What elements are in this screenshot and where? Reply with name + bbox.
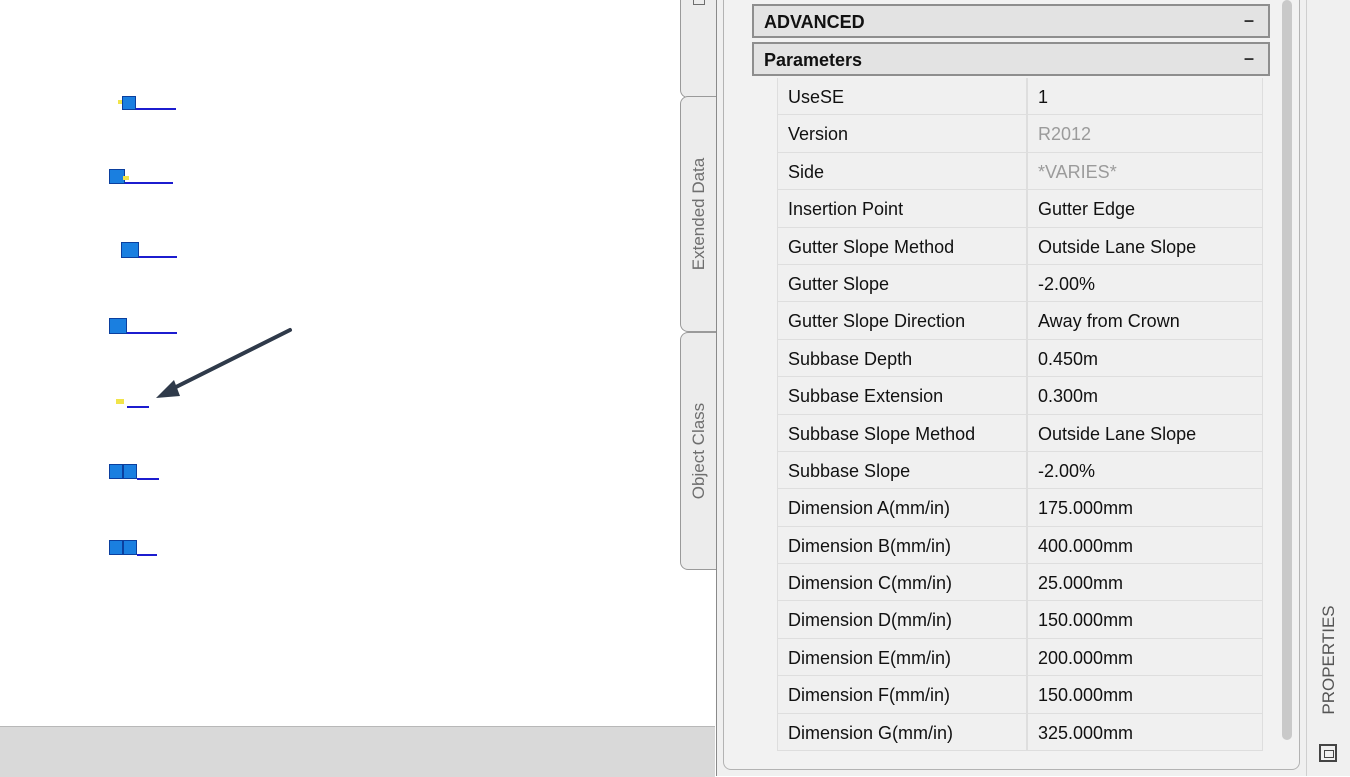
property-row[interactable]: Dimension A(mm/in) 175.000mm [777, 489, 1263, 527]
property-name: UseSE [777, 78, 1027, 116]
section-advanced[interactable]: ADVANCED – [752, 4, 1270, 38]
tab-extended-data-label: Extended Data [688, 157, 708, 271]
property-row[interactable]: Dimension G(mm/in) 325.000mm [777, 713, 1263, 752]
property-value[interactable]: -2.00% [1027, 264, 1263, 303]
subassembly-symbol[interactable] [121, 242, 179, 262]
property-value[interactable]: -2.00% [1027, 451, 1263, 490]
property-value[interactable]: 1 [1027, 78, 1263, 116]
subassembly-symbol[interactable] [116, 95, 176, 115]
property-name: Gutter Slope Method [777, 227, 1027, 265]
property-name: Dimension A(mm/in) [777, 489, 1027, 527]
property-value: R2012 [1027, 115, 1263, 153]
property-value[interactable]: Gutter Edge [1027, 190, 1263, 228]
subassembly-symbol[interactable] [109, 464, 161, 484]
subassembly-symbol[interactable] [109, 540, 161, 560]
property-row[interactable]: Subbase Depth 0.450m [777, 339, 1263, 378]
property-value[interactable]: 400.000mm [1027, 526, 1263, 565]
property-row[interactable]: Subbase Slope Method Outside Lane Slope [777, 414, 1263, 452]
property-name: Dimension F(mm/in) [777, 676, 1027, 714]
property-row[interactable]: Dimension E(mm/in) 200.000mm [777, 638, 1263, 677]
property-value[interactable]: 0.300m [1027, 377, 1263, 415]
collapse-parameters-icon[interactable]: – [1244, 48, 1254, 69]
section-parameters[interactable]: Parameters – [752, 42, 1270, 76]
property-row[interactable]: Dimension C(mm/in) 25.000mm [777, 564, 1263, 602]
property-name: Subbase Slope [777, 451, 1027, 490]
property-row[interactable]: Gutter Slope -2.00% [777, 264, 1263, 303]
property-name: Insertion Point [777, 190, 1027, 228]
tab-object-class[interactable]: Object Class [680, 332, 716, 570]
properties-dock-strip[interactable]: PROPERTIES [1306, 0, 1350, 776]
property-name: Dimension C(mm/in) [777, 564, 1027, 602]
property-value[interactable]: Outside Lane Slope [1027, 227, 1263, 265]
property-name: Subbase Depth [777, 339, 1027, 378]
property-value[interactable]: 175.000mm [1027, 489, 1263, 527]
property-value[interactable]: 150.000mm [1027, 601, 1263, 639]
property-value[interactable]: 150.000mm [1027, 676, 1263, 714]
properties-palette-icon[interactable] [1319, 744, 1337, 762]
section-parameters-title: Parameters [764, 50, 863, 70]
property-name: Dimension B(mm/in) [777, 526, 1027, 565]
palette-scrollbar[interactable] [1282, 0, 1292, 740]
section-advanced-title: ADVANCED [764, 12, 865, 32]
property-row[interactable]: Subbase Slope -2.00% [777, 451, 1263, 490]
property-row[interactable]: Dimension F(mm/in) 150.000mm [777, 676, 1263, 714]
property-name: Dimension G(mm/in) [777, 713, 1027, 752]
property-name: Version [777, 115, 1027, 153]
property-value[interactable]: Outside Lane Slope [1027, 414, 1263, 452]
property-name: Dimension D(mm/in) [777, 601, 1027, 639]
property-name: Dimension E(mm/in) [777, 638, 1027, 677]
status-bar [0, 726, 715, 777]
parameters-grid: UseSE 1 Version R2012 Side *VARIES* Insertion … [777, 78, 1263, 752]
collapse-advanced-icon[interactable]: – [1244, 10, 1254, 31]
annotation-arrow-icon [156, 328, 292, 398]
property-row[interactable]: Gutter Slope Method Outside Lane Slope [777, 227, 1263, 265]
property-row[interactable]: UseSE 1 [777, 78, 1263, 116]
property-value[interactable]: 25.000mm [1027, 564, 1263, 602]
property-row[interactable]: Side *VARIES* [777, 152, 1263, 191]
property-row[interactable]: Dimension D(mm/in) 150.000mm [777, 601, 1263, 639]
property-value[interactable]: 0.450m [1027, 339, 1263, 378]
tab-design-icon [693, 0, 705, 5]
drawing-canvas[interactable] [0, 0, 715, 726]
tab-object-class-label: Object Class [688, 402, 708, 500]
property-value: *VARIES* [1027, 152, 1263, 191]
properties-dock-label: PROPERTIES [1319, 605, 1338, 715]
property-row[interactable]: Dimension B(mm/in) 400.000mm [777, 526, 1263, 565]
property-value[interactable]: Away from Crown [1027, 302, 1263, 340]
subassembly-symbol[interactable] [109, 169, 175, 189]
selected-subassembly-symbol[interactable] [116, 396, 152, 410]
property-name: Side [777, 152, 1027, 191]
property-name: Subbase Slope Method [777, 414, 1027, 452]
property-value[interactable]: 325.000mm [1027, 713, 1263, 752]
tab-extended-data[interactable]: Extended Data [680, 96, 716, 332]
property-row[interactable]: Subbase Extension 0.300m [777, 377, 1263, 415]
property-name: Subbase Extension [777, 377, 1027, 415]
property-row[interactable]: Insertion Point Gutter Edge [777, 190, 1263, 228]
tab-design[interactable] [680, 0, 716, 98]
property-name: Gutter Slope [777, 264, 1027, 303]
property-row[interactable]: Gutter Slope Direction Away from Crown [777, 302, 1263, 340]
property-name: Gutter Slope Direction [777, 302, 1027, 340]
property-row[interactable]: Version R2012 [777, 115, 1263, 153]
property-value[interactable]: 200.000mm [1027, 638, 1263, 677]
